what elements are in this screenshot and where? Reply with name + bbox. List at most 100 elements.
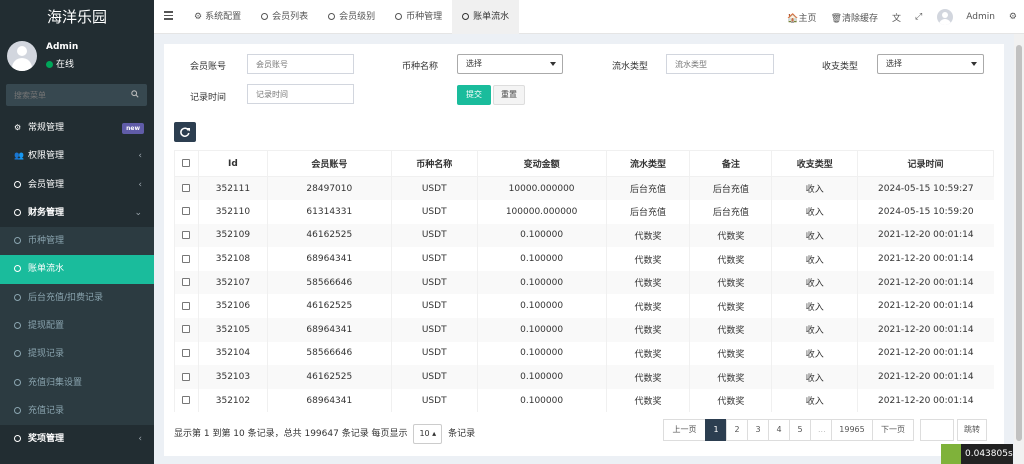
menu-toggle-icon[interactable] [164,11,173,20]
table-row[interactable]: 352111 28497010 USDT 10000.000000 后台充值 后台充值 收入… [174,176,994,201]
cell-flow-type: 代数奖 [605,247,690,271]
prev-page-button[interactable]: 上一页 [663,419,706,441]
topbar-user-name[interactable]: Admin [959,12,1002,22]
table-row[interactable]: 352108 68964341 USDT 0.100000 代数奖 代数奖 收入 2021-1… [174,247,994,271]
select-all-checkbox[interactable] [182,159,191,167]
row-checkbox[interactable] [182,348,191,357]
col-currency[interactable]: 币种名称 [390,150,478,177]
row-checkbox[interactable] [182,301,191,310]
jump-button[interactable]: 跳转 [957,419,987,441]
record-time-input[interactable] [247,84,354,104]
row-select-cell [174,365,199,389]
table-row[interactable]: 352105 68964341 USDT 0.100000 代数奖 代数奖 收入 2021-1… [174,318,994,342]
page-button[interactable]: 2 [726,419,748,441]
row-checkbox[interactable] [182,396,191,405]
row-checkbox[interactable] [182,325,191,334]
sidebar-search-input[interactable] [6,84,126,106]
sidebar-sub-collect-settings[interactable]: 充值归集设置 [0,368,154,397]
sidebar-item-members[interactable]: 会员管理 ‹ [0,171,154,199]
topbar-avatar[interactable] [937,9,954,25]
currency-select[interactable]: 选择 [457,54,563,74]
jump-page-input[interactable] [920,419,954,441]
col-id[interactable]: Id [197,150,268,177]
refresh-button[interactable] [174,122,196,142]
col-flow-type[interactable]: 流水类型 [605,150,691,177]
cell-member-account: 46162525 [266,365,392,389]
row-checkbox[interactable] [182,230,191,239]
page-button[interactable]: 3 [747,419,769,441]
sidebar-item-awards[interactable]: 奖项管理 ‹ [0,425,154,453]
row-checkbox[interactable] [182,372,191,381]
reset-button[interactable]: 重置 [493,85,525,105]
submit-button[interactable]: 提交 [457,85,491,105]
cell-id: 352105 [197,318,268,342]
cell-flow-type: 代数奖 [605,270,690,295]
fullscreen-icon[interactable]: ⤢ [908,12,929,22]
sidebar-item-finance[interactable]: 财务管理 ⌄ [0,199,154,227]
home-link[interactable]: 🏠主页 [780,11,823,24]
page-button[interactable]: 5 [789,419,811,441]
table-row[interactable]: 352102 68964341 USDT 0.100000 代数奖 代数奖 收入 2021-1… [174,388,994,413]
settings-icon[interactable]: ⚙ [1002,12,1024,22]
table-row[interactable]: 352104 58566646 USDT 0.100000 代数奖 代数奖 收入 2021-1… [174,341,994,366]
scrollbar-thumb[interactable] [1016,45,1022,441]
sidebar-sub-deposit-records[interactable]: 充值记录 [0,396,154,426]
row-checkbox[interactable] [182,254,191,263]
tab-bill-flow[interactable]: 账单流水 [452,0,520,34]
cell-record-time: 2021-12-20 00:01:14 [857,223,994,248]
sidebar-sub-bill-flow[interactable]: 账单流水 [0,255,154,284]
page-button[interactable]: 1 [705,419,727,441]
sidebar-sub-recharge-records[interactable]: 后台充值/扣费记录 [0,283,154,313]
table-row[interactable]: 352103 46162525 USDT 0.100000 代数奖 代数奖 收入 2021-1… [174,365,994,389]
translate-icon[interactable]: 文 [885,11,908,24]
page-button[interactable]: 4 [768,419,790,441]
debug-timer[interactable]: 0.043805s [941,444,1013,464]
col-income-type[interactable]: 收支类型 [771,150,859,177]
app-logo[interactable]: 海洋乐园 [0,0,154,34]
next-page-button[interactable]: 下一页 [872,419,914,441]
row-checkbox[interactable] [182,278,191,287]
cell-record-time: 2021-12-20 00:01:14 [857,270,994,295]
chevron-left-icon: ‹ [138,151,142,162]
cell-id: 352103 [197,365,268,389]
col-remark[interactable]: 备注 [689,150,773,177]
cell-flow-type: 代数奖 [605,388,690,413]
cell-amount: 0.100000 [476,388,607,413]
sidebar-sub-withdraw-records[interactable]: 提现记录 [0,340,154,369]
cell-currency: USDT [390,365,478,389]
flow-type-input[interactable] [666,54,774,74]
row-checkbox[interactable] [182,207,191,216]
caret-down-icon [550,62,556,66]
col-record-time[interactable]: 记录时间 [857,150,994,177]
income-type-select[interactable]: 选择 [877,54,984,74]
clear-cache-link[interactable]: 🗑清除缓存 [824,11,885,24]
table-row[interactable]: 352106 46162525 USDT 0.100000 代数奖 代数奖 收入 2021-1… [174,294,994,319]
cell-income-type: 收入 [771,365,858,389]
table-row[interactable]: 352109 46162525 USDT 0.100000 代数奖 代数奖 收入 2021-1… [174,223,994,248]
table-row[interactable]: 352107 58566646 USDT 0.100000 代数奖 代数奖 收入 2021-1… [174,270,994,295]
page-button[interactable]: 19965 [831,419,873,441]
tab-member-list[interactable]: 会员列表 [251,0,318,34]
col-member-account[interactable]: 会员账号 [266,150,392,177]
page-size-select[interactable]: 10 ▴ [413,424,443,444]
cell-record-time: 2024-05-15 10:59:27 [857,176,994,201]
refresh-icon [180,127,190,137]
cell-currency: USDT [390,270,478,295]
sidebar-sub-withdraw-config[interactable]: 提现配置 [0,312,154,341]
member-account-label: 会员账号 [189,62,226,72]
cell-record-time: 2021-12-20 00:01:14 [857,247,994,271]
tab-currency[interactable]: 币种管理 [385,0,452,34]
tab-member-level[interactable]: 会员级别 [318,0,385,34]
sidebar-item-permissions[interactable]: 👥 权限管理 ‹ [0,142,154,170]
member-account-input[interactable] [247,54,354,74]
select-all-cell [174,150,199,177]
sidebar-sub-currency[interactable]: 币种管理 [0,227,154,256]
sidebar-item-general[interactable]: ⚙ 常规管理 new [0,114,154,142]
tab-system-config[interactable]: ⚙ 系统配置 [184,0,251,34]
table-row[interactable]: 352110 61314331 USDT 100000.000000 后台充值 后台充值收… [174,200,994,224]
search-icon[interactable] [131,90,139,98]
col-amount[interactable]: 变动金额 [476,150,607,177]
flow-type-label: 流水类型 [611,62,648,72]
row-checkbox[interactable] [182,184,191,193]
cell-id: 352104 [197,341,268,366]
